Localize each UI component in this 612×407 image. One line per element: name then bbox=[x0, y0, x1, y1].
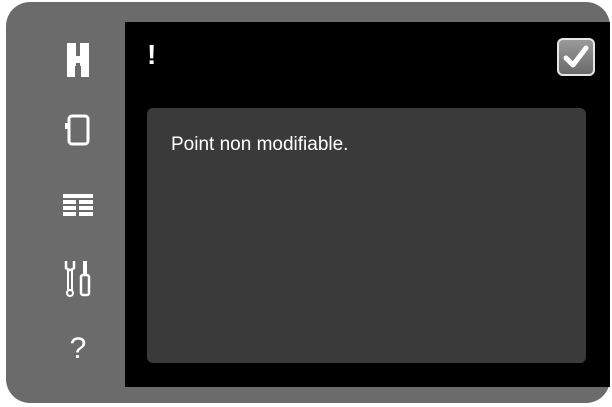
screen-icon bbox=[65, 114, 90, 146]
message-text: Point non modifiable. bbox=[171, 134, 349, 155]
tools-icon bbox=[64, 261, 91, 297]
display-screen: ! Point non modifiable. bbox=[125, 22, 610, 387]
presser-foot-icon bbox=[67, 43, 89, 77]
alert-icon: ! bbox=[147, 39, 157, 70]
sidebar-item-screen[interactable] bbox=[58, 110, 98, 150]
message-panel: Point non modifiable. bbox=[147, 108, 586, 363]
sidebar-item-menu[interactable] bbox=[58, 185, 98, 225]
device-bezel: ? ! Point non modifiable. bbox=[6, 2, 610, 403]
sidebar-item-help[interactable]: ? bbox=[58, 329, 98, 369]
checkmark-icon bbox=[563, 45, 589, 68]
ok-button[interactable] bbox=[557, 38, 595, 76]
menu-list-icon bbox=[63, 194, 93, 216]
sidebar: ? bbox=[6, 2, 126, 403]
help-icon: ? bbox=[69, 332, 87, 365]
sidebar-item-tools[interactable] bbox=[58, 258, 98, 298]
sidebar-item-presser-foot[interactable] bbox=[58, 40, 98, 80]
